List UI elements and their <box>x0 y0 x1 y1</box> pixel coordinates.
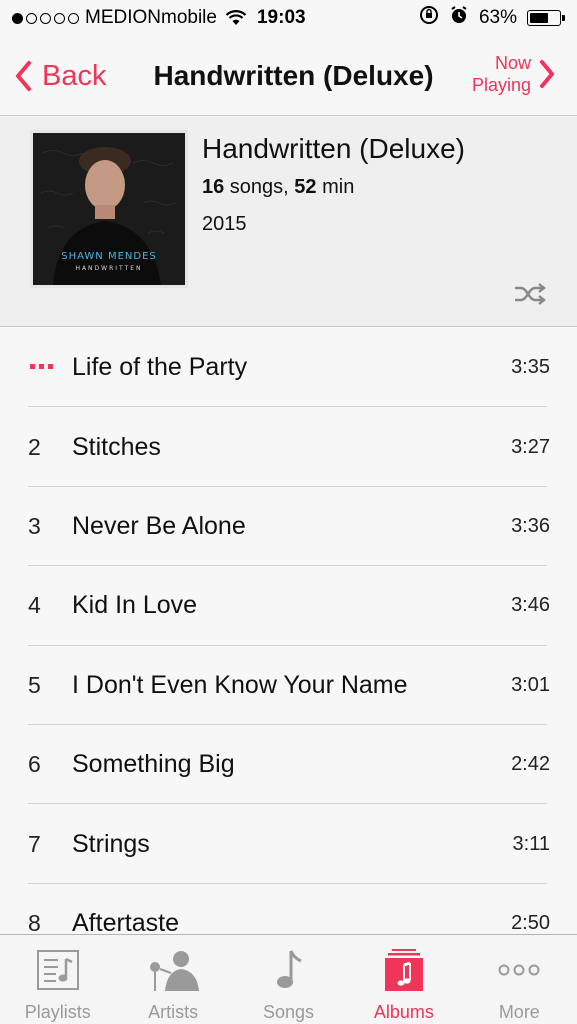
track-number: 7 <box>28 830 41 857</box>
track-number: 5 <box>28 671 41 698</box>
playlists-icon <box>36 950 79 990</box>
battery-level <box>530 13 548 23</box>
track-title: Stitches <box>72 432 161 461</box>
tab-label-songs: Songs <box>262 1002 315 1022</box>
track-duration: 3:01 <box>511 673 550 696</box>
track-number: 3 <box>28 512 41 539</box>
min-word: min <box>316 176 355 198</box>
album-title: Handwritten (Deluxe) <box>202 133 465 164</box>
artist-photo <box>33 133 185 285</box>
shuffle-icon <box>515 283 546 305</box>
rotation-lock-icon <box>419 5 439 31</box>
tab-playlists[interactable]: Playlists <box>0 935 115 1024</box>
back-label: Back <box>42 59 107 92</box>
tab-artists[interactable]: Artists <box>115 935 230 1024</box>
track-duration: 3:11 <box>512 832 550 855</box>
track-row[interactable]: 6 Something Big 2:42 <box>0 725 577 805</box>
song-count: 16 <box>202 176 225 198</box>
track-list: Life of the Party 3:35 2 Stitches 3:27 3 Never… <box>0 328 577 964</box>
now-playing-indicator-icon <box>30 364 53 369</box>
navigation-bar: Back Handwritten (Deluxe) Now Playing <box>0 36 577 116</box>
more-icon <box>498 964 540 976</box>
album-artwork: SHAWN MENDES HANDWRITTEN <box>30 130 188 288</box>
shuffle-button[interactable] <box>513 283 547 305</box>
track-row[interactable]: 3 Never Be Alone 3:36 <box>0 487 577 567</box>
track-title: I Don't Even Know Your Name <box>72 670 408 699</box>
wifi-icon <box>225 10 247 26</box>
track-row[interactable]: 5 I Don't Even Know Your Name 3:01 <box>0 646 577 726</box>
album-summary: 16 songs, 52 min <box>202 176 354 199</box>
battery-icon <box>527 10 565 26</box>
status-bar: MEDIONmobile 19:03 63% <box>0 0 577 36</box>
track-duration: 2:50 <box>511 911 550 934</box>
alarm-icon <box>449 5 469 31</box>
carrier-name: MEDIONmobile <box>85 7 217 28</box>
artists-icon <box>150 951 200 991</box>
tab-more[interactable]: More <box>462 935 577 1024</box>
track-duration: 3:27 <box>511 435 550 458</box>
track-number: 2 <box>28 433 41 460</box>
battery-percent: 63% <box>478 7 517 28</box>
tab-albums[interactable]: Albums <box>346 935 461 1024</box>
now-playing-label-line1: Now <box>494 53 531 73</box>
clock-time: 19:03 <box>256 7 306 28</box>
track-title: Life of the Party <box>72 353 248 382</box>
track-title: Strings <box>72 829 150 858</box>
tab-label-more: More <box>498 1002 540 1022</box>
track-row[interactable]: 4 Kid In Love 3:46 <box>0 566 577 646</box>
albums-icon <box>384 949 423 991</box>
now-playing-button[interactable]: Now Playing <box>472 52 555 96</box>
now-playing-label-line2: Playing <box>471 75 531 95</box>
track-row[interactable]: 7 Strings 3:11 <box>0 804 577 885</box>
tab-label-playlists: Playlists <box>24 1002 91 1022</box>
signal-strength-icon <box>12 12 79 24</box>
songs-word: songs, <box>224 176 295 198</box>
track-number: 6 <box>28 751 41 778</box>
track-title: Something Big <box>72 750 235 779</box>
chevron-left-icon <box>16 61 31 91</box>
songs-icon <box>276 950 302 988</box>
track-duration: 3:36 <box>511 514 550 537</box>
tab-bar: Playlists Artists Songs Albums More <box>0 934 577 1024</box>
album-year: 2015 <box>202 213 247 235</box>
chevron-right-icon <box>540 60 554 88</box>
artwork-album-text: HANDWRITTEN <box>75 265 143 272</box>
track-duration: 2:42 <box>511 753 550 776</box>
track-row[interactable]: 2 Stitches 3:27 <box>0 407 577 488</box>
tab-label-artists: Artists <box>148 1002 199 1022</box>
track-title: Kid In Love <box>72 591 198 620</box>
back-button[interactable]: Back <box>14 56 106 96</box>
track-duration: 3:46 <box>511 594 550 617</box>
tab-label-albums: Albums <box>373 1002 434 1022</box>
tab-songs[interactable]: Songs <box>231 935 346 1024</box>
track-number: 8 <box>28 909 41 936</box>
track-duration: 3:35 <box>511 356 550 379</box>
album-duration: 52 <box>294 176 317 198</box>
track-title: Never Be Alone <box>72 511 246 540</box>
artwork-artist-text: SHAWN MENDES <box>61 251 157 262</box>
track-row[interactable]: Life of the Party 3:35 <box>0 328 577 408</box>
album-header: SHAWN MENDES HANDWRITTEN Handwritten (De… <box>0 117 577 327</box>
track-number: 4 <box>28 592 41 619</box>
